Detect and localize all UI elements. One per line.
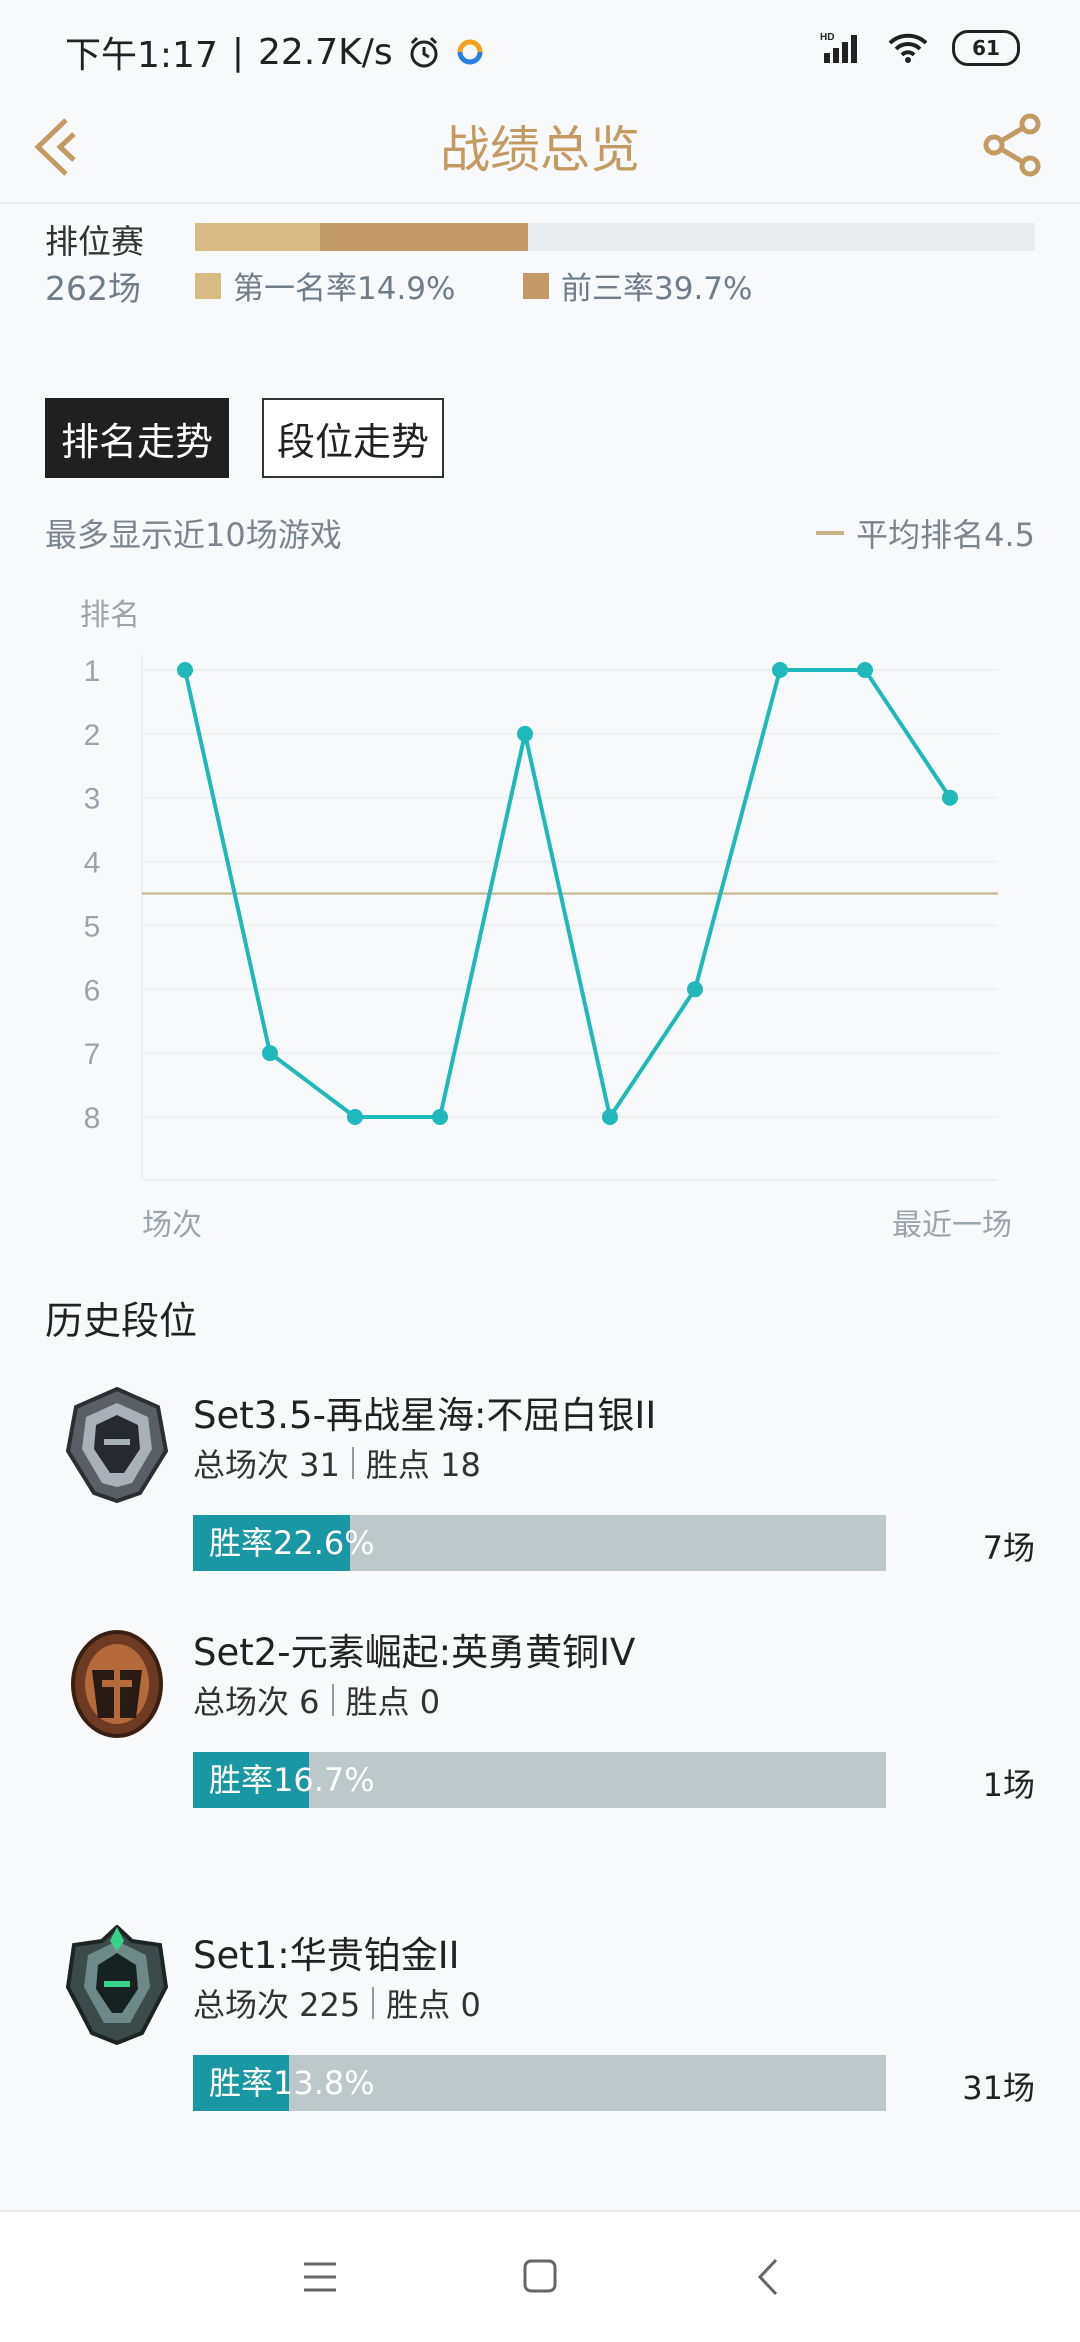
season-total: 总场次 6: [193, 1683, 320, 1721]
winrate-label: 胜率13.8%: [209, 2064, 375, 2102]
y-tick-label: 6: [84, 974, 101, 1007]
network-type-label: HD: [820, 32, 834, 43]
rank-point[interactable]: [687, 981, 703, 998]
header: 战绩总览: [0, 90, 1080, 204]
y-tick-label: 1: [84, 655, 101, 688]
season-total: 总场次 225: [193, 1986, 361, 2024]
season-name: Set3.5-再战星海:不屈白银II: [193, 1394, 657, 1437]
rank-point[interactable]: [602, 1109, 618, 1125]
back-icon: [757, 2258, 778, 2296]
system-nav-bar: [0, 2210, 1080, 2342]
menu-button[interactable]: [290, 2252, 350, 2302]
season-total: 总场次 31: [193, 1446, 340, 1484]
tab-rank-trend[interactable]: 排名走势: [45, 398, 229, 478]
y-tick-label: 3: [84, 783, 101, 816]
average-rank-label: 平均排名4.5: [856, 516, 1035, 554]
first-rate-label: 第一名率14.9%: [233, 271, 456, 307]
rank-point[interactable]: [177, 662, 193, 678]
winrate-bar: 胜率16.7%: [193, 1752, 886, 1808]
status-net-speed: 22.7K/s: [257, 31, 393, 73]
rank-point[interactable]: [942, 789, 958, 806]
y-tick-label: 7: [84, 1038, 101, 1071]
season-points: 胜点 0: [345, 1683, 441, 1721]
system-back-button[interactable]: [740, 2252, 800, 2302]
status-divider: |: [231, 31, 244, 73]
y-axis-title: 排名: [80, 599, 140, 632]
season-name: Set2-元素崛起:英勇黄铜IV: [193, 1631, 636, 1674]
first-rate-swatch: [195, 272, 221, 299]
rank-point[interactable]: [347, 1109, 363, 1125]
y-tick-label: 2: [84, 719, 101, 752]
stat-divider: [331, 1684, 334, 1716]
status-left: 下午1:17 | 22.7K/s: [65, 26, 485, 78]
rank-point[interactable]: [262, 1045, 278, 1062]
winrate-label: 胜率16.7%: [209, 1761, 375, 1799]
season-stats: 总场次 31 胜点 18: [193, 1440, 481, 1486]
ranked-label: 排位赛: [45, 222, 144, 261]
season-card[interactable]: Set2-元素崛起:英勇黄铜IV 总场次 6 胜点 0 胜率16.7% 1场: [0, 1622, 1080, 1842]
signal-icon: HD: [820, 32, 857, 63]
status-bar: 下午1:17 | 22.7K/s HD 61: [0, 0, 1080, 90]
bronze-rank-badge-icon: [71, 1630, 163, 1738]
season-points: 胜点 18: [365, 1446, 481, 1484]
top3-rate-swatch: [523, 272, 549, 299]
platinum-rank-badge-icon: [65, 1925, 169, 2045]
winrate-bar: 胜率13.8%: [193, 2055, 886, 2111]
first-rate-bar: [195, 223, 321, 251]
status-time: 下午1:17: [65, 35, 218, 76]
placement-bar: [195, 223, 1035, 251]
rank-point[interactable]: [517, 725, 533, 742]
chart-note: 最多显示近10场游戏: [45, 516, 342, 554]
first-rate-legend: 第一名率14.9%: [195, 263, 455, 308]
average-rank-legend: 平均排名4.5: [816, 510, 1035, 556]
rank-point[interactable]: [432, 1109, 448, 1125]
rank-point[interactable]: [857, 662, 873, 678]
tab-tier-trend[interactable]: 段位走势: [262, 398, 444, 478]
home-icon: [523, 2259, 557, 2293]
average-line-swatch: [816, 531, 845, 535]
y-tick-labels: 1 2 3 4 5 6 7 8: [84, 655, 101, 1135]
menu-icon: [304, 2262, 336, 2292]
share-button[interactable]: [980, 110, 1050, 180]
ranked-count: 262场: [45, 269, 141, 308]
season-games: 7场: [982, 1529, 1035, 1567]
status-right: HD 61: [820, 30, 1020, 66]
season-games: 31场: [962, 2069, 1035, 2107]
battery-icon: 61: [952, 30, 1020, 66]
x-axis-label-start: 场次: [142, 1209, 202, 1242]
alarm-icon: [410, 36, 438, 68]
rank-point[interactable]: [772, 662, 788, 678]
season-card[interactable]: Set3.5-再战星海:不屈白银II 总场次 31 胜点 18 胜率22.6% …: [0, 1385, 1080, 1605]
stat-divider: [372, 1987, 375, 2019]
top3-rate-legend: 前三率39.7%: [523, 263, 752, 308]
winrate-bar: 胜率22.6%: [193, 1515, 886, 1571]
y-tick-label: 8: [84, 1102, 101, 1135]
season-games: 1场: [982, 1766, 1035, 1804]
top3-rate-label: 前三率39.7%: [561, 271, 753, 307]
season-card[interactable]: Set1:华贵铂金II 总场次 225 胜点 0 胜率13.8% 31场: [0, 1925, 1080, 2145]
stat-divider: [351, 1447, 354, 1479]
season-stats: 总场次 225 胜点 0: [193, 1980, 481, 2026]
app-notification-icon: [457, 39, 483, 65]
x-axis-label-end: 最近一场: [892, 1209, 1012, 1242]
y-tick-label: 4: [84, 847, 101, 880]
history-title: 历史段位: [45, 1299, 198, 1343]
share-icon: [983, 113, 1041, 177]
winrate-label: 胜率22.6%: [209, 1524, 375, 1562]
y-tick-label: 5: [84, 910, 101, 943]
season-stats: 总场次 6 胜点 0: [193, 1677, 440, 1723]
season-name: Set1:华贵铂金II: [193, 1934, 460, 1977]
page-title: 战绩总览: [440, 121, 640, 179]
silver-rank-badge-icon: [65, 1386, 169, 1504]
wifi-icon: [888, 33, 928, 63]
battery-level: 61: [972, 36, 1000, 60]
rank-trend-chart: 排名 1 2 3 4 5 6 7 8 场次 最近一场: [80, 599, 1012, 1242]
season-points: 胜点 0: [386, 1986, 481, 2024]
home-button[interactable]: [510, 2252, 570, 2302]
